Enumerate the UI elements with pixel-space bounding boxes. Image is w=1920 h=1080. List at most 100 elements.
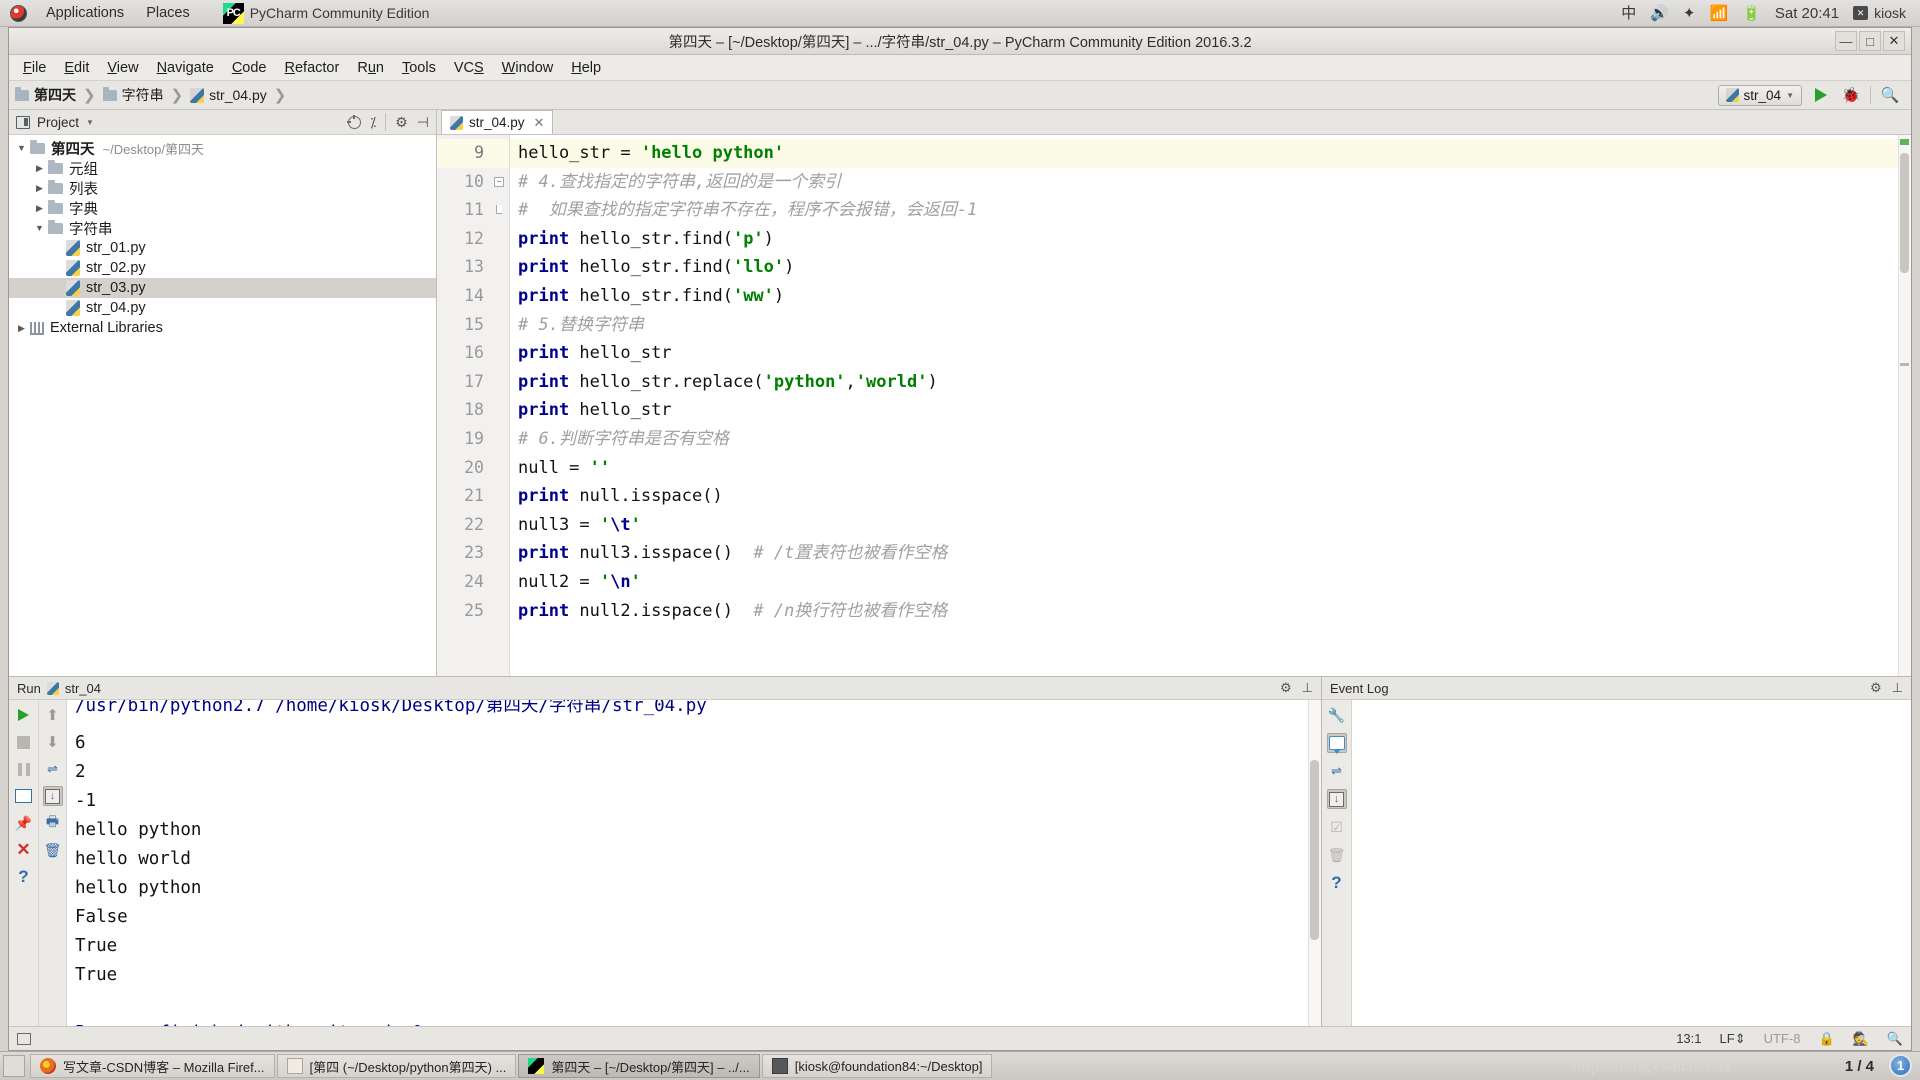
help-button[interactable]: ? — [1327, 873, 1347, 893]
run-configuration-selector[interactable]: str_04 ▼ — [1717, 84, 1802, 106]
tree-node-str02[interactable]: str_02.py — [9, 258, 436, 278]
taskbar-item-terminal[interactable]: [kiosk@foundation84:~/Desktop] — [761, 1054, 993, 1078]
gear-icon[interactable]: ⚙ — [395, 114, 408, 131]
expand-arrow-icon[interactable] — [13, 143, 30, 153]
fold-tail-icon[interactable] — [496, 205, 502, 215]
tree-node-zidian[interactable]: 字典 — [9, 198, 436, 218]
places-menu[interactable]: Places — [135, 1, 201, 25]
tree-node-external-libraries[interactable]: External Libraries — [9, 318, 436, 338]
inspection-icon[interactable]: 🕵 — [1853, 1031, 1869, 1047]
stop-button[interactable] — [14, 732, 34, 752]
fold-minus-icon[interactable]: − — [494, 176, 504, 187]
battery-icon[interactable]: 🔋 — [1742, 6, 1761, 21]
breadcrumb-project[interactable]: 第四天 — [15, 85, 76, 105]
gear-icon[interactable]: ⚙ — [1870, 680, 1882, 696]
taskbar-item-document[interactable]: [第四 (~/Desktop/python第四天) ... — [276, 1054, 517, 1078]
down-button[interactable]: ⬇ — [43, 732, 63, 752]
scrollbar-thumb[interactable] — [1310, 760, 1319, 940]
volume-icon[interactable]: 🔊 — [1650, 6, 1669, 21]
expand-arrow-icon[interactable] — [13, 323, 30, 334]
code-editor[interactable]: 9 10− 11 12 13 14 15 16 17 18 19 20 21 2… — [437, 135, 1911, 676]
input-method-icon[interactable]: 中 — [1621, 6, 1636, 21]
bluetooth-icon[interactable]: ✦ — [1683, 6, 1696, 21]
code-text-area[interactable]: hello_str = 'hello python' # 4.查找指定的字符串,… — [510, 135, 1911, 676]
mark-read-button[interactable]: ☑ — [1327, 817, 1347, 837]
gear-icon[interactable]: ⚙ — [1280, 680, 1292, 696]
menu-vcs[interactable]: VCS — [445, 57, 493, 79]
balloon-notification-button[interactable] — [1326, 733, 1347, 754]
menu-code[interactable]: Code — [223, 57, 276, 79]
lock-icon[interactable]: 🔒 — [1818, 1031, 1834, 1047]
clear-all-button[interactable]: 🗑 — [1327, 845, 1347, 865]
scrollbar-thumb[interactable] — [1900, 153, 1909, 273]
line-separator[interactable]: LF⇕ — [1720, 1031, 1746, 1047]
locate-icon[interactable] — [346, 114, 361, 129]
layout-icon[interactable] — [17, 1032, 31, 1045]
menu-edit[interactable]: Edit — [55, 57, 98, 79]
hide-icon[interactable]: ⊥ — [1302, 680, 1313, 696]
tree-node-str04[interactable]: str_04.py — [9, 298, 436, 318]
editor-tab-str04[interactable]: str_04.py ✕ — [441, 110, 554, 134]
console-output[interactable]: /usr/bin/python2.7 /home/kiosk/Desktop/第… — [67, 700, 1321, 1026]
expand-arrow-icon[interactable] — [31, 183, 48, 194]
fedora-logo-icon[interactable] — [10, 4, 27, 22]
close-button[interactable]: ✕ — [1883, 31, 1905, 51]
show-desktop-icon[interactable] — [3, 1055, 25, 1077]
help-button[interactable]: ? — [14, 867, 34, 887]
tree-node-zifuchuan[interactable]: 字符串 — [9, 218, 436, 238]
search-everywhere-button[interactable]: 🔍 — [1879, 84, 1901, 106]
scroll-to-end-button[interactable] — [42, 786, 63, 806]
run-button[interactable] — [1810, 84, 1832, 106]
hide-icon[interactable]: ⊣ — [417, 114, 429, 131]
wifi-icon[interactable]: 📶 — [1710, 6, 1729, 21]
menu-run[interactable]: Run — [348, 57, 393, 79]
workspace-badge[interactable]: 1 — [1889, 1054, 1912, 1077]
debug-button[interactable]: 🐞 — [1840, 84, 1862, 106]
minimize-button[interactable]: — — [1835, 31, 1857, 51]
rerun-button[interactable] — [14, 705, 34, 725]
console-scrollbar[interactable] — [1308, 700, 1321, 1026]
search-everywhere-icon[interactable]: 🔍 — [1887, 1031, 1903, 1047]
pause-button[interactable] — [14, 759, 34, 779]
soft-wrap-button[interactable]: ⇌ — [43, 759, 63, 779]
breadcrumb-file[interactable]: str_04.py — [190, 87, 267, 103]
applications-menu[interactable]: Applications — [35, 1, 135, 25]
hide-icon[interactable]: ⊥ — [1892, 680, 1903, 696]
menu-view[interactable]: View — [98, 57, 147, 79]
close-tab-button[interactable]: ✕ — [14, 840, 34, 860]
clock-label[interactable]: Sat 20:41 — [1775, 6, 1839, 21]
run-panel-config-name[interactable]: str_04 — [65, 681, 101, 696]
maximize-button[interactable]: □ — [1859, 31, 1881, 51]
editor-scrollbar[interactable] — [1898, 135, 1911, 676]
print-button[interactable]: 🖶 — [43, 813, 63, 833]
workspace-pager[interactable]: 1 / 4 — [1845, 1058, 1874, 1075]
up-button[interactable]: ⬆ — [43, 705, 63, 725]
active-app-indicator[interactable]: PC PyCharm Community Edition — [201, 2, 429, 24]
menu-tools[interactable]: Tools — [393, 57, 445, 79]
line-number-gutter[interactable]: 9 10− 11 12 13 14 15 16 17 18 19 20 21 2… — [437, 135, 510, 676]
tree-node-liebiao[interactable]: 列表 — [9, 178, 436, 198]
soft-wrap-button[interactable]: ⇌ — [1327, 761, 1347, 781]
chevron-down-icon[interactable]: ▼ — [86, 118, 94, 127]
menu-file[interactable]: File — [14, 57, 55, 79]
menu-navigate[interactable]: Navigate — [148, 57, 223, 79]
menu-window[interactable]: Window — [493, 57, 563, 79]
show-console-button[interactable] — [14, 786, 34, 806]
menu-refactor[interactable]: Refactor — [276, 57, 349, 79]
tree-node-yuanzu[interactable]: 元组 — [9, 158, 436, 178]
close-icon[interactable]: ✕ — [534, 115, 545, 131]
tree-node-str01[interactable]: str_01.py — [9, 238, 436, 258]
collapse-all-icon[interactable]: ⁒ — [370, 114, 376, 131]
expand-arrow-icon[interactable] — [31, 163, 48, 174]
user-menu[interactable]: kiosk — [1853, 5, 1906, 21]
expand-arrow-icon[interactable] — [31, 223, 48, 233]
pin-tab-button[interactable]: 📌 — [14, 813, 34, 833]
menu-help[interactable]: Help — [562, 57, 610, 79]
settings-button[interactable]: 🔧 — [1327, 705, 1347, 725]
clear-all-button[interactable]: 🗑 — [43, 840, 63, 860]
file-encoding[interactable]: UTF-8 — [1764, 1031, 1801, 1046]
caret-position[interactable]: 13:1 — [1676, 1031, 1701, 1046]
breadcrumb-folder[interactable]: 字符串 — [102, 85, 164, 105]
taskbar-item-firefox[interactable]: 写文章-CSDN博客 – Mozilla Firef... — [30, 1054, 275, 1078]
expand-arrow-icon[interactable] — [31, 203, 48, 214]
